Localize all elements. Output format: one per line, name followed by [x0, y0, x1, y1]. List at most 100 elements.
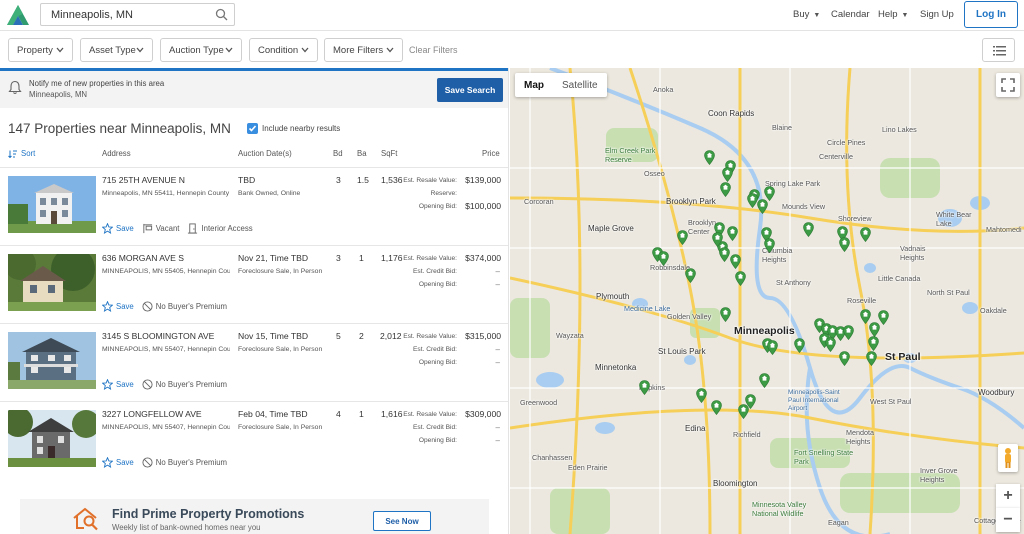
bell-icon	[8, 80, 22, 95]
more-filters-button[interactable]: More Filters	[324, 38, 403, 62]
interior-access-tag: Interior Access	[187, 223, 253, 234]
save-label: Save	[116, 224, 134, 233]
property-map-pin-icon[interactable]	[720, 307, 731, 322]
property-photo[interactable]	[8, 254, 96, 311]
beds-value: 5	[336, 331, 341, 341]
map-label: Richfield	[733, 430, 761, 439]
property-map-pin-icon[interactable]	[825, 337, 836, 352]
property-address[interactable]: 3145 S BLOOMINGTON AVE	[102, 331, 214, 341]
property-map-pin-icon[interactable]	[860, 227, 871, 242]
column-address[interactable]: Address	[102, 149, 131, 158]
property-map-pin-icon[interactable]	[794, 338, 805, 353]
column-beds[interactable]: Bd	[333, 149, 343, 158]
map-tab-satellite[interactable]: Satellite	[553, 73, 607, 97]
property-map-pin-icon[interactable]	[685, 268, 696, 283]
property-map-pin-icon[interactable]	[869, 322, 880, 337]
property-map-pin-icon[interactable]	[759, 373, 770, 388]
property-map-pin-icon[interactable]	[722, 167, 733, 182]
property-row[interactable]: 3145 S BLOOMINGTON AVE MINNEAPOLIS, MN 5…	[0, 323, 508, 401]
property-map-pin-icon[interactable]	[730, 254, 741, 269]
no-buyers-premium-label: No Buyer's Premium	[155, 302, 228, 311]
save-property-button[interactable]: Save	[102, 379, 134, 390]
star-icon	[102, 301, 113, 312]
auction-type-filter-button[interactable]: Auction Type	[160, 38, 242, 62]
zoom-in-button[interactable]: +	[996, 484, 1020, 508]
fullscreen-button[interactable]	[996, 73, 1020, 97]
property-map-pin-icon[interactable]	[839, 351, 850, 366]
property-photo[interactable]	[8, 176, 96, 233]
property-map-pin-icon[interactable]	[839, 237, 850, 252]
property-photo[interactable]	[8, 410, 96, 467]
save-label: Save	[116, 380, 134, 389]
list-view-toggle[interactable]	[982, 38, 1015, 62]
property-map-pin-icon[interactable]	[720, 182, 731, 197]
column-price[interactable]: Price	[482, 149, 500, 158]
est-resale-label: Est. Resale Value:	[403, 411, 457, 418]
condition-filter-button[interactable]: Condition	[249, 38, 318, 62]
column-sqft[interactable]: SqFt	[381, 149, 397, 158]
sort-button[interactable]: Sort	[21, 149, 35, 158]
property-map-pin-icon[interactable]	[711, 400, 722, 415]
property-map-pin-icon[interactable]	[696, 388, 707, 403]
property-map-pin-icon[interactable]	[704, 150, 715, 165]
property-map-pin-icon[interactable]	[757, 199, 768, 214]
property-map-pin-icon[interactable]	[745, 394, 756, 409]
est-resale-label: Est. Resale Value:	[403, 255, 457, 262]
property-map-pin-icon[interactable]	[658, 251, 669, 266]
property-row[interactable]: 715 25TH AVENUE N Minneapolis, MN 55411,…	[0, 167, 508, 245]
search-icon[interactable]	[215, 8, 228, 21]
asset-type-filter-button[interactable]: Asset Type	[80, 38, 153, 62]
baths-value: 1	[359, 253, 364, 263]
property-map-pin-icon[interactable]	[803, 222, 814, 237]
see-now-label: See Now	[385, 516, 419, 526]
property-address[interactable]: 636 MORGAN AVE S	[102, 253, 184, 263]
column-baths[interactable]: Ba	[357, 149, 367, 158]
login-button[interactable]: Log In	[964, 1, 1018, 28]
property-map-pin-icon[interactable]	[712, 232, 723, 247]
property-map-pin-icon[interactable]	[866, 351, 877, 366]
map-tab-map[interactable]: Map	[515, 73, 553, 97]
property-address[interactable]: 715 25TH AVENUE N	[102, 175, 185, 185]
property-row[interactable]: 3227 LONGFELLOW AVE MINNEAPOLIS, MN 5540…	[0, 401, 508, 479]
property-map-pin-icon[interactable]	[719, 247, 730, 262]
property-filter-button[interactable]: Property	[8, 38, 73, 62]
location-search-box[interactable]	[40, 3, 235, 26]
location-search-input[interactable]	[41, 4, 211, 25]
property-map-pin-icon[interactable]	[677, 230, 688, 245]
save-property-button[interactable]: Save	[102, 457, 134, 468]
map-label: Edina	[685, 424, 706, 433]
nav-help[interactable]: Help ▼	[878, 9, 908, 20]
property-map-pin-icon[interactable]	[735, 271, 746, 286]
map-view[interactable]: Anoka Coon Rapids Blaine Elm Creek Park …	[510, 68, 1024, 534]
property-map-pin-icon[interactable]	[764, 238, 775, 253]
property-row[interactable]: 636 MORGAN AVE S MINNEAPOLIS, MN 55405, …	[0, 245, 508, 323]
no-buyers-premium-label: No Buyer's Premium	[155, 380, 228, 389]
map-label: Osseo	[644, 169, 665, 178]
property-map-pin-icon[interactable]	[868, 336, 879, 351]
nav-sign-up-label: Sign Up	[920, 9, 954, 20]
sort-icon[interactable]	[8, 150, 17, 158]
no-buyers-premium-tag: No Buyer's Premium	[142, 379, 227, 390]
map-label: Plymouth	[596, 292, 630, 301]
property-map-pin-icon[interactable]	[843, 325, 854, 340]
nav-calendar[interactable]: Calendar	[831, 9, 870, 20]
site-logo-icon[interactable]	[6, 4, 30, 26]
street-view-pegman[interactable]	[998, 444, 1018, 472]
save-property-button[interactable]: Save	[102, 223, 134, 234]
zoom-out-button[interactable]: −	[996, 508, 1020, 532]
save-search-button[interactable]: Save Search	[437, 78, 503, 102]
save-property-button[interactable]: Save	[102, 301, 134, 312]
property-address[interactable]: 3227 LONGFELLOW AVE	[102, 409, 202, 419]
property-map-pin-icon[interactable]	[747, 193, 758, 208]
property-map-pin-icon[interactable]	[767, 340, 778, 355]
property-photo[interactable]	[8, 332, 96, 389]
check-icon	[248, 125, 257, 132]
nav-sign-up[interactable]: Sign Up	[920, 9, 954, 20]
column-auction-dates[interactable]: Auction Date(s)	[238, 149, 292, 158]
see-now-button[interactable]: See Now	[373, 511, 431, 531]
clear-filters-link[interactable]: Clear Filters	[409, 45, 458, 55]
nav-buy[interactable]: Buy ▼	[793, 9, 820, 20]
property-map-pin-icon[interactable]	[727, 226, 738, 241]
include-nearby-checkbox[interactable]	[247, 123, 258, 134]
property-map-pin-icon[interactable]	[639, 380, 650, 395]
